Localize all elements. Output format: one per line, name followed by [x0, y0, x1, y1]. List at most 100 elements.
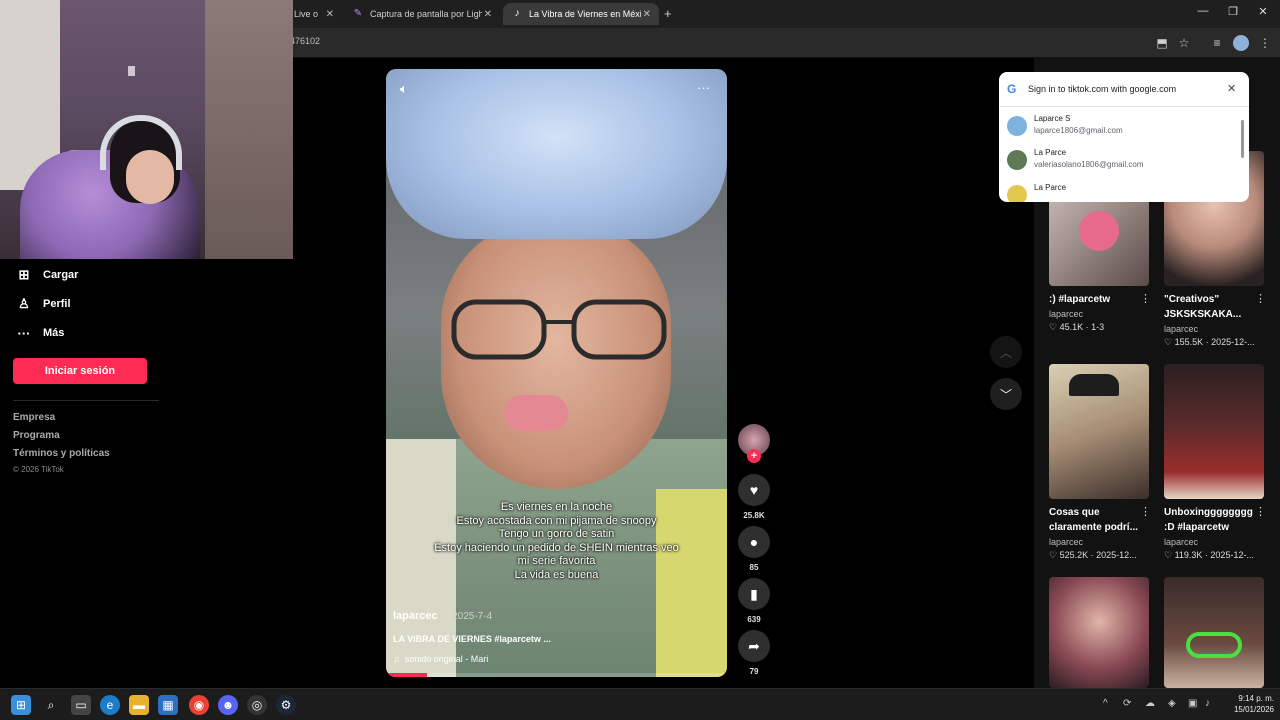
windows-start-icon[interactable]: ⊞ [11, 695, 31, 715]
more-icon: ··· [17, 325, 31, 341]
account-avatar [1007, 116, 1027, 136]
close-tab-icon[interactable]: ✕ [326, 9, 334, 20]
tray-arrow-icon[interactable]: ^ [1103, 698, 1108, 709]
profile-icon: ♙ [18, 296, 30, 311]
feather-icon: ✎ [353, 8, 363, 19]
sync-icon[interactable]: ⟳ [1123, 698, 1131, 709]
minimize-button[interactable]: — [1193, 5, 1213, 17]
video-progress-track[interactable] [386, 673, 727, 677]
new-tab-button[interactable]: + [664, 6, 672, 21]
caption-line: mi serie favorita [517, 555, 596, 567]
video-thumbnail[interactable] [1049, 577, 1149, 688]
video-thumbnail[interactable] [1049, 364, 1149, 499]
google-account-item[interactable]: La Parce valeriasolano1806@gmail.com [999, 144, 1249, 178]
video-description[interactable]: LA VIBRA DE VIERNES #laparcetw ... [393, 634, 551, 644]
install-app-icon[interactable]: ⬒ [1154, 35, 1170, 51]
card-user[interactable]: laparcec [1164, 537, 1198, 547]
task-view-icon[interactable]: ▭ [71, 695, 91, 715]
volume-tray-icon[interactable]: ♪ [1205, 698, 1210, 709]
sidebar-item-more[interactable]: ··· Más [16, 322, 65, 344]
cloud-icon[interactable]: ☁ [1145, 698, 1155, 709]
card-more-icon[interactable]: ⋮ [1255, 292, 1266, 305]
like-button[interactable]: ♥ [738, 474, 770, 506]
browser-tab-captura[interactable]: ✎ Captura de pantalla por Lights ✕ [344, 3, 500, 25]
sidebar-item-upload[interactable]: ⊞ Cargar [16, 264, 79, 286]
taskbar-clock[interactable]: 9:14 p. m. 15/01/2026 [1222, 693, 1274, 715]
previous-video-button[interactable]: ︿ [990, 336, 1022, 368]
share-icon: ➦ [748, 637, 760, 654]
heart-icon: ♥ [749, 482, 759, 498]
discord-icon[interactable]: ☻ [218, 695, 238, 715]
url-field[interactable]: 476102 [290, 36, 320, 46]
search-icon[interactable]: ⌕ [41, 695, 61, 715]
caption-line: Estoy haciendo un pedido de SHEIN mientr… [434, 542, 679, 554]
video-thumbnail[interactable] [1164, 364, 1264, 499]
video-player[interactable]: 🔈︎ ··· Es viernes en la noche Estoy acos… [386, 69, 727, 677]
card-title[interactable]: Unboxingggggggg :D #laparcetw [1164, 505, 1264, 535]
google-logo-icon: G [1007, 82, 1017, 96]
account-email: laparce1806@gmail.com [1034, 126, 1123, 135]
volume-icon[interactable]: 🔈︎ [400, 81, 408, 97]
restore-button[interactable]: ❐ [1223, 5, 1243, 18]
media-control-icon[interactable]: ≡ [1209, 35, 1225, 51]
google-account-item[interactable]: La Parce [999, 179, 1249, 202]
account-name: Laparce S [1034, 114, 1071, 123]
follow-button[interactable]: + [747, 449, 761, 463]
video-glasses [451, 299, 667, 360]
account-name: La Parce [1034, 148, 1067, 157]
close-window-button[interactable]: ✕ [1253, 5, 1273, 18]
video-progress-fill [386, 673, 427, 677]
card-title[interactable]: Cosas que claramente podrí... [1049, 505, 1149, 535]
card-user[interactable]: laparcec [1164, 324, 1198, 334]
chrome-icon[interactable]: ◉ [189, 695, 209, 715]
close-tab-icon[interactable]: ✕ [643, 9, 651, 20]
bookmark-star-icon[interactable]: ☆ [1176, 35, 1192, 51]
caption-line: Es viernes en la noche [500, 501, 613, 513]
next-video-button[interactable]: ﹀ [990, 378, 1022, 410]
login-button[interactable]: Iniciar sesión [13, 358, 147, 384]
browser-tab-tiktok[interactable]: ♪ La Vibra de Viernes en México ✕ [503, 3, 659, 25]
card-user[interactable]: laparcec [1049, 309, 1083, 319]
popup-scrollbar[interactable] [1241, 120, 1244, 158]
footer-link-company[interactable]: Empresa [13, 412, 55, 423]
tab-label: Live o [294, 9, 319, 19]
taskbar: ⊞ ⌕ ▭ e ▬ ▦ ◉ ☻ ◎ ⚙ ^ ⟳ ☁ ◈ ▣ ♪ 9:14 p. … [0, 688, 1280, 720]
card-more-icon[interactable]: ⋮ [1140, 292, 1151, 305]
save-button[interactable]: ▮ [738, 578, 770, 610]
popup-close-icon[interactable]: ✕ [1227, 82, 1236, 95]
file-explorer-icon[interactable]: ▬ [129, 695, 149, 715]
google-account-item[interactable]: Laparce S laparce1806@gmail.com [999, 110, 1249, 144]
card-user[interactable]: laparcec [1049, 537, 1083, 547]
video-more-icon[interactable]: ··· [697, 80, 710, 95]
video-thumbnail[interactable] [1164, 577, 1264, 688]
tab-label: Captura de pantalla por Lights [370, 9, 482, 19]
sidebar-item-profile[interactable]: ♙ Perfil [16, 293, 71, 315]
caption-line: Estoy acostada con mi pijama de snoopy [456, 515, 657, 527]
comment-button[interactable]: ● [738, 526, 770, 558]
browser-tab-live[interactable]: Live o ✕ [286, 3, 342, 25]
edge-icon[interactable]: e [100, 695, 120, 715]
footer-link-program[interactable]: Programa [13, 430, 60, 441]
profile-avatar-icon[interactable] [1233, 35, 1249, 51]
footer-link-terms[interactable]: Términos y políticas [13, 448, 110, 459]
close-tab-icon[interactable]: ✕ [484, 9, 492, 20]
obs-icon[interactable]: ◎ [247, 695, 267, 715]
video-sound[interactable]: ♫ sonido original - Mari [393, 654, 488, 664]
network-icon[interactable]: ▣ [1188, 698, 1197, 709]
popup-title: Sign in to tiktok.com with google.com [1028, 84, 1177, 94]
share-button[interactable]: ➦ [738, 630, 770, 662]
browser-menu-icon[interactable]: ⋮ [1257, 35, 1273, 51]
security-icon[interactable]: ◈ [1168, 698, 1176, 709]
upload-icon: ⊞ [18, 267, 30, 282]
store-icon[interactable]: ▦ [158, 695, 178, 715]
webcam-headset [100, 115, 182, 170]
webcam-wall [205, 0, 293, 259]
card-meta: ♡ 525.2K · 2025-12... [1049, 550, 1137, 560]
card-title[interactable]: "Creativos" JSKSKSKAKA... [1164, 292, 1264, 322]
card-more-icon[interactable]: ⋮ [1255, 505, 1266, 518]
card-title[interactable]: :) #laparcetw [1049, 292, 1149, 307]
steam-icon[interactable]: ⚙ [276, 695, 296, 715]
sidebar-item-label: Perfil [43, 298, 71, 310]
video-author[interactable]: laparcec [393, 610, 438, 622]
card-more-icon[interactable]: ⋮ [1140, 505, 1151, 518]
